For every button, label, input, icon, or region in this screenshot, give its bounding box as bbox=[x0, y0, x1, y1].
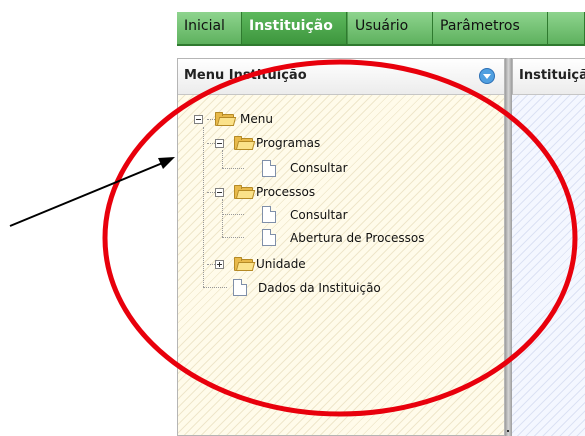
pointer-arrow bbox=[9, 161, 166, 227]
pointer-arrowhead bbox=[158, 157, 175, 169]
highlight-ellipse bbox=[102, 59, 578, 417]
annotation-overlay bbox=[9, 59, 578, 417]
